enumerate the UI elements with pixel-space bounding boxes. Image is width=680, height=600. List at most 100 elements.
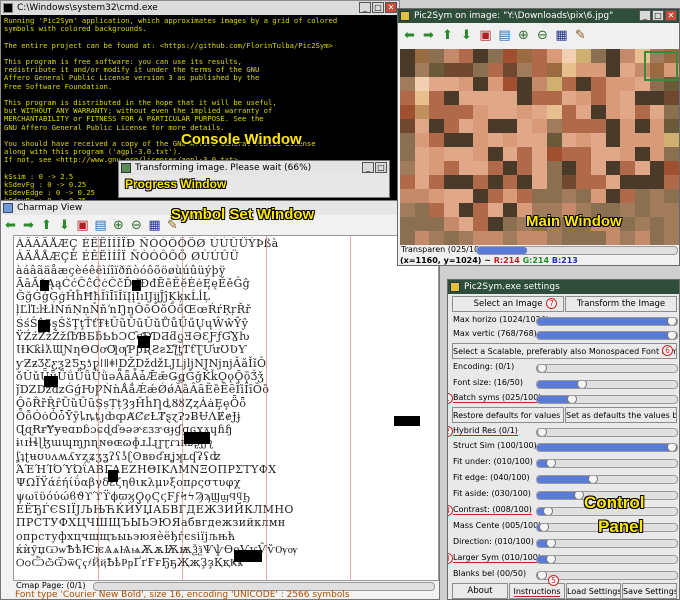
load-settings-button[interactable]: Load Settings — [566, 583, 621, 599]
main-titlebar[interactable]: Pic2Sym on image: "Y:\Downloads\pix\6.jp… — [398, 9, 679, 23]
glyph-block — [40, 280, 49, 291]
brush-icon[interactable]: ✎ — [573, 28, 588, 43]
slider-knob[interactable] — [567, 396, 577, 403]
cursor-coordinates: (x=1160, y=1024) ~ — [400, 256, 491, 265]
save-image-icon[interactable]: ▣ — [478, 28, 493, 43]
console-title: C:\Windows\system32\cmd.exe — [17, 3, 158, 13]
slider-knob[interactable] — [546, 556, 556, 563]
main-icon — [400, 11, 410, 21]
fit-under-row: Fit under: (010/100) — [452, 456, 678, 470]
direction-slider[interactable] — [536, 539, 678, 548]
font-size-slider[interactable] — [536, 380, 678, 389]
control-panel-caption-line2: Panel — [598, 517, 644, 536]
slider-knob[interactable] — [546, 540, 556, 547]
zoom-in-icon[interactable]: ⊕ — [111, 218, 126, 233]
maximize-button[interactable]: □ — [372, 2, 384, 13]
transform-image-button[interactable]: Transform the Image — [565, 296, 677, 312]
encoding-slider[interactable] — [536, 364, 678, 373]
slider-knob[interactable] — [667, 332, 677, 339]
minimize-button[interactable]: _ — [639, 10, 651, 21]
arrow-left-icon[interactable]: ⬅ — [402, 28, 417, 43]
slider-knob[interactable] — [667, 318, 677, 325]
progress-titlebar[interactable]: Transforming image. Please wait (66%) _ … — [119, 161, 389, 175]
slider-knob[interactable] — [574, 492, 584, 499]
max-horiz-slider[interactable] — [536, 317, 678, 326]
restore-defaults-button[interactable]: Restore defaults for values below — [452, 407, 564, 423]
minimize-button[interactable]: _ — [362, 162, 374, 173]
arrow-up-icon[interactable]: ⬆ — [440, 28, 455, 43]
slider-knob[interactable] — [576, 381, 587, 388]
max-horiz-label: Max horizo (1024/1024) — [453, 315, 549, 324]
larger-sym-label: Larger Sym (010/100) — [453, 553, 541, 563]
zoom-out-icon[interactable]: ⊖ — [535, 28, 550, 43]
transparency-slider[interactable] — [476, 246, 678, 255]
zoom-out-icon[interactable]: ⊖ — [129, 218, 144, 233]
glyph-block — [132, 280, 141, 291]
about-button[interactable]: About — [452, 583, 508, 599]
glyph-block — [184, 432, 210, 444]
arrow-up-icon[interactable]: ⬆ — [39, 218, 54, 233]
close-button[interactable]: ✕ — [665, 10, 677, 21]
console-titlebar[interactable]: C:\Windows\system32\cmd.exe _ □ ✕ — [1, 1, 399, 15]
charmap-title: Charmap View — [17, 203, 83, 213]
fit-under-slider[interactable] — [536, 459, 678, 468]
settings-titlebar[interactable]: Pic2Sym.exe settings — [448, 280, 679, 294]
settings-window[interactable]: Pic2Sym.exe settings Select an Image 7 T… — [447, 279, 680, 600]
slider-knob[interactable] — [546, 460, 556, 467]
font-size-label: Font size: (16/50) — [453, 378, 524, 387]
batch-syms-row: Batch syms (025/100) — [452, 392, 678, 406]
badge-6: 6 — [662, 345, 673, 356]
slider-knob[interactable] — [537, 572, 547, 579]
arrow-down-icon[interactable]: ⬇ — [459, 28, 474, 43]
fit-edge-slider[interactable] — [536, 475, 678, 484]
arrow-right-icon[interactable]: ➡ — [21, 218, 36, 233]
main-title: Pic2Sym on image: "Y:\Downloads\pix\6.jp… — [414, 11, 614, 21]
transparency-label: Transparen (025/100) — [401, 245, 488, 254]
slider-knob[interactable] — [537, 365, 547, 372]
select-font-button[interactable]: Select a Scalable, preferably also Monos… — [452, 343, 677, 359]
zoom-in-icon[interactable]: ⊕ — [516, 28, 531, 43]
glyph-block — [138, 336, 150, 348]
hybrid-res-slider[interactable] — [536, 428, 678, 437]
floppy-icon[interactable]: ▦ — [147, 218, 162, 233]
set-defaults-button[interactable]: Set as defaults the values below — [565, 407, 677, 423]
save-image-icon[interactable]: ▣ — [75, 218, 90, 233]
close-button[interactable]: ✕ — [385, 2, 397, 13]
image-icon[interactable]: ▤ — [93, 218, 108, 233]
max-vert-slider[interactable] — [536, 331, 678, 340]
main-toolbar: ⬅ ➡ ⬆ ⬇ ▣ ▤ ⊕ ⊖ ▦ ✎ — [402, 26, 588, 44]
main-window[interactable]: Pic2Sym on image: "Y:\Downloads\pix\6.jp… — [397, 8, 680, 266]
minimize-button[interactable]: _ — [359, 2, 371, 13]
glyph-block — [234, 550, 262, 562]
instructions-button[interactable]: Instructions — [509, 583, 565, 599]
mass-center-label: Mass Cente (005/100) — [453, 521, 542, 530]
image-icon[interactable]: ▤ — [497, 28, 512, 43]
larger-sym-slider[interactable] — [536, 555, 678, 564]
slider-knob[interactable] — [543, 508, 554, 515]
slider-knob[interactable] — [588, 476, 598, 483]
font-size-row: Font size: (16/50) — [452, 377, 678, 391]
encoding-label: Encoding: (0/1) — [453, 362, 515, 371]
arrow-left-icon[interactable]: ⬅ — [3, 218, 18, 233]
arrow-right-icon[interactable]: ➡ — [421, 28, 436, 43]
batch-syms-slider[interactable] — [536, 395, 678, 404]
max-vert-label: Max vertic (768/768) — [453, 329, 537, 338]
maximize-button[interactable]: □ — [375, 162, 387, 173]
charmap-grid[interactable]: ÀÂÃÄÅÆÇ ÈÊËÌÍÎÏÐ ÑÒÓÔÕÖØ ÙÚÛÜÝÞßà ÀÄÅÅÆÇ… — [13, 235, 439, 581]
progress-window[interactable]: Transforming image. Please wait (66%) _ … — [118, 160, 390, 198]
arrow-down-icon[interactable]: ⬇ — [57, 218, 72, 233]
pixel-green: G:214 — [522, 256, 550, 265]
save-settings-button[interactable]: Save Settings — [622, 583, 677, 599]
slider-knob[interactable] — [539, 524, 549, 531]
struct-sim-slider[interactable] — [536, 443, 678, 452]
slider-knob[interactable] — [667, 444, 677, 451]
structural-similarity-row: Struct Sim (100/100) — [452, 440, 678, 454]
main-window-caption: Main Window — [526, 213, 622, 230]
floppy-icon[interactable]: ▦ — [554, 28, 569, 43]
glyph-block — [38, 320, 50, 332]
charmap-window[interactable]: Charmap View ⬅ ➡ ⬆ ⬇ ▣ ▤ ⊕ ⊖ ▦ ✎ Symbol … — [0, 200, 440, 600]
charmap-status: Font type 'Courier New Bold', size 16, e… — [15, 590, 350, 600]
progress-icon — [121, 163, 131, 173]
maximize-button[interactable]: □ — [652, 10, 664, 21]
slider-knob[interactable] — [537, 429, 547, 436]
